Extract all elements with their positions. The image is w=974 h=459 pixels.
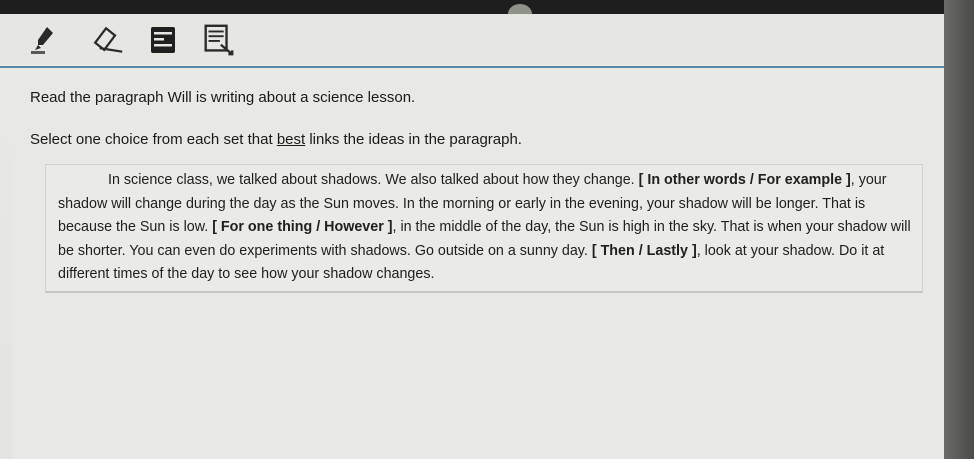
- highlighter-icon: [31, 27, 53, 54]
- choice-separator: /: [745, 172, 758, 188]
- choice-for-one-thing[interactable]: For one thing: [221, 219, 312, 235]
- choice-in-other-words[interactable]: In other words: [647, 172, 746, 188]
- bracket-open: [: [591, 242, 601, 259]
- choice-set-3: [ Then / Lastly ]: [592, 243, 697, 259]
- sentence-1: In science class, we talked about shadow…: [108, 172, 639, 188]
- toolbar: [0, 14, 944, 64]
- instruction-best: best: [276, 131, 306, 148]
- notepad-icon: [151, 27, 175, 53]
- choice-however[interactable]: However: [324, 219, 384, 235]
- passage-paragraph: In science class, we talked about shadow…: [58, 169, 918, 287]
- instruction-select-text: Select one choice from each set that: [30, 131, 277, 148]
- choice-separator: /: [634, 242, 647, 259]
- instruction-select: Select one choice from each set that bes…: [30, 131, 522, 148]
- choice-for-example[interactable]: For example: [758, 172, 842, 188]
- eraser-icon: [93, 26, 123, 53]
- bracket-close: ]: [383, 219, 393, 235]
- passage-box: In science class, we talked about shadow…: [45, 164, 923, 293]
- instruction-read: Read the paragraph Will is writing about…: [30, 89, 416, 106]
- choice-set-2: [ For one thing / However ]: [212, 219, 392, 235]
- bracket-close: ]: [687, 242, 697, 259]
- bracket-open: [: [212, 219, 221, 235]
- choice-lastly[interactable]: Lastly: [647, 243, 688, 259]
- highlighter-tool[interactable]: [28, 22, 64, 58]
- notepad-tool[interactable]: [145, 22, 181, 58]
- choice-then[interactable]: Then: [601, 243, 635, 259]
- line-reader-tool[interactable]: [200, 22, 236, 58]
- monitor-bezel-top: [0, 0, 974, 14]
- line-reader-icon: [204, 24, 234, 56]
- instruction-select-text-end: links the ideas in the paragraph.: [305, 131, 522, 148]
- eraser-tool[interactable]: [88, 22, 124, 58]
- choice-set-1: [ In other words / For example ]: [639, 172, 851, 188]
- toolbar-divider: [0, 66, 944, 68]
- monitor-bezel-right: [944, 0, 974, 459]
- choice-separator: /: [312, 219, 325, 235]
- bracket-close: ]: [842, 172, 851, 188]
